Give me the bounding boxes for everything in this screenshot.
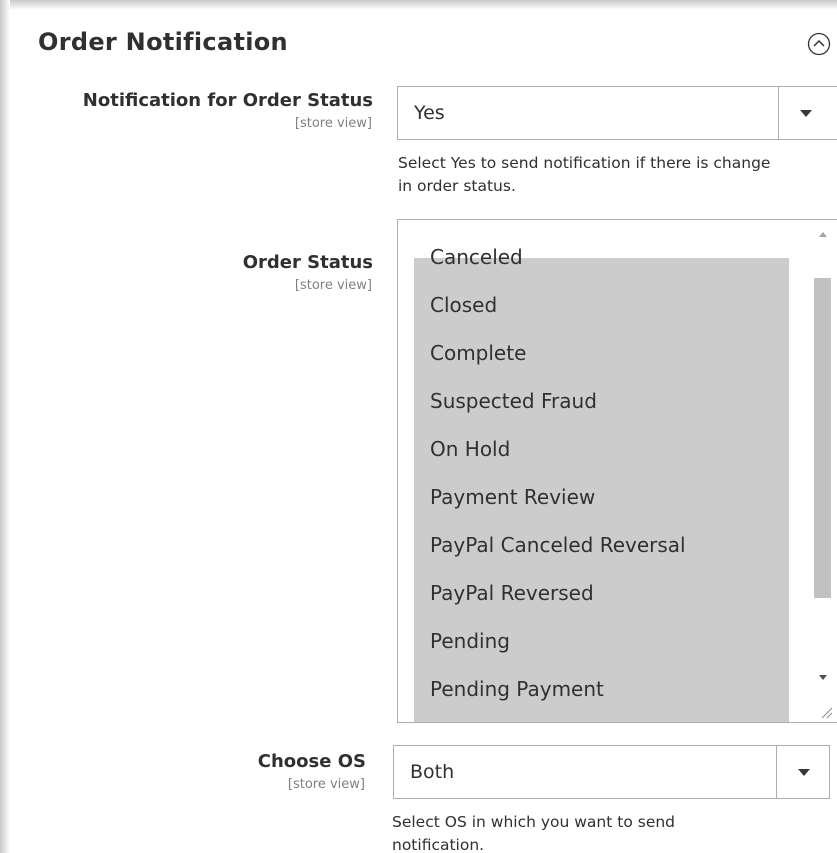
resize-grip-icon[interactable]: [819, 705, 833, 719]
option-pending[interactable]: Pending: [430, 629, 510, 653]
option-payment-review[interactable]: Payment Review: [430, 485, 595, 509]
note-line: in order status.: [398, 177, 516, 195]
choose-os-note: Select OS in which you want to send noti…: [392, 811, 675, 853]
dropdown-toggle[interactable]: [778, 87, 833, 139]
note-line: Select OS in which you want to send: [392, 813, 676, 831]
note-line: notification.: [392, 836, 485, 853]
scrollbar-thumb[interactable]: [814, 278, 831, 598]
notification-for-order-status-value: Yes: [414, 102, 445, 124]
notification-for-order-status-scope: [store view]: [294, 116, 372, 131]
scroll-down-arrow-icon[interactable]: [819, 675, 827, 680]
option-pending-payment[interactable]: Pending Payment: [430, 677, 604, 701]
vertical-scrollbar[interactable]: [807, 220, 837, 722]
section-title[interactable]: Order Notification: [38, 28, 288, 56]
option-canceled[interactable]: Canceled: [430, 245, 523, 269]
top-shadow: [0, 0, 837, 10]
config-section: Order Notification Notification for Orde…: [0, 0, 837, 853]
option-suspected-fraud[interactable]: Suspected Fraud: [430, 389, 597, 413]
notification-for-order-status-note: Select Yes to send notification if there…: [398, 152, 770, 198]
option-on-hold[interactable]: On Hold: [430, 437, 510, 461]
choose-os-select[interactable]: Both: [393, 745, 830, 799]
scroll-up-arrow-icon[interactable]: [819, 232, 827, 237]
choose-os-label: Choose OS: [257, 751, 366, 772]
option-closed[interactable]: Closed: [430, 293, 497, 317]
option-paypal-canceled-reversal[interactable]: PayPal Canceled Reversal: [430, 533, 686, 557]
notification-for-order-status-select[interactable]: Yes: [397, 86, 837, 140]
option-complete[interactable]: Complete: [430, 341, 526, 365]
caret-down-icon: [800, 109, 812, 117]
caret-down-icon: [798, 768, 810, 776]
dropdown-toggle[interactable]: [776, 746, 831, 798]
note-line: Select Yes to send notification if there…: [398, 154, 771, 172]
option-paypal-reversed[interactable]: PayPal Reversed: [430, 581, 594, 605]
choose-os-value: Both: [410, 761, 455, 783]
notification-for-order-status-label: Notification for Order Status: [82, 90, 373, 111]
order-status-label: Order Status: [242, 252, 373, 273]
left-shadow: [0, 0, 10, 853]
circle-chevron-up-icon[interactable]: [807, 32, 831, 56]
order-status-multiselect[interactable]: Canceled Closed Complete Suspected Fraud…: [397, 219, 837, 723]
order-status-scope: [store view]: [294, 278, 372, 293]
order-status-options: Canceled Closed Complete Suspected Fraud…: [414, 245, 789, 722]
choose-os-scope: [store view]: [287, 777, 365, 792]
